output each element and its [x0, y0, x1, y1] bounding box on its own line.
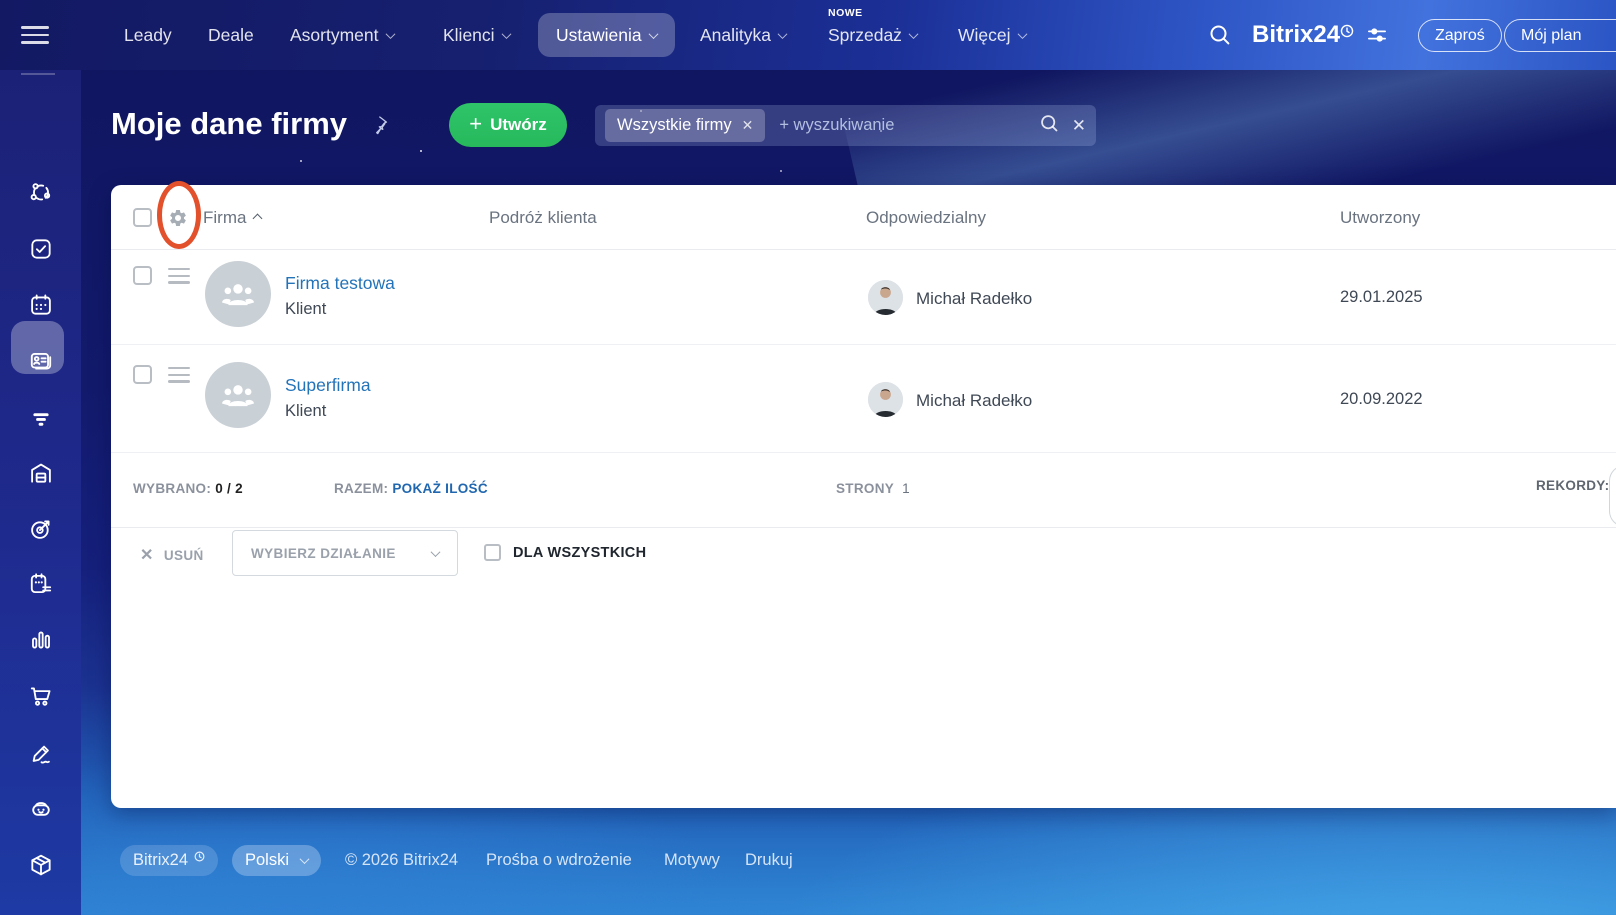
company-type-label: Klient: [285, 402, 327, 420]
for-all-label: DLA WSZYSTKICH: [513, 544, 647, 561]
grid-settings-gear-icon[interactable]: [168, 208, 188, 233]
nav-item-ustawienia-active[interactable]: Ustawienia: [538, 13, 675, 57]
my-plan-button[interactable]: Mój plan: [1504, 19, 1616, 52]
chevron-down-icon: [777, 28, 788, 39]
delete-button[interactable]: ✕ USUŃ: [140, 545, 204, 565]
chevron-down-icon: [385, 28, 395, 39]
sidebar-item-crm-contacts-icon[interactable]: [28, 348, 54, 374]
column-header-firma[interactable]: Firma: [203, 185, 263, 250]
top-navigation-bar: Leady Deale Asortyment Klienci Ustawieni…: [0, 0, 1616, 70]
created-date: 20.09.2022: [1340, 390, 1423, 408]
chevron-down-icon: [1017, 28, 1027, 39]
sidebar-item-esign-pen-icon[interactable]: [28, 741, 54, 767]
total-counter: RAZEM: POKAŻ ILOŚĆ: [334, 481, 488, 496]
sidebar-item-shop-cart-icon[interactable]: [28, 683, 54, 709]
themes-link[interactable]: Motywy: [664, 851, 720, 870]
for-all-checkbox[interactable]: [484, 544, 501, 561]
filter-preset-chip[interactable]: Wszystkie firmy ✕: [605, 109, 766, 142]
nav-item-sprzedaz[interactable]: Sprzedaż: [828, 0, 919, 70]
sidebar-item-crm-funnel-icon[interactable]: [28, 405, 54, 431]
records-label: REKORDY:: [1536, 478, 1610, 493]
drag-handle-icon[interactable]: [168, 367, 190, 387]
choose-action-dropdown[interactable]: WYBIERZ DZIAŁANIE: [232, 530, 458, 576]
page-title: Moje dane firmy: [111, 106, 347, 141]
sidebar-item-marketing-target-icon[interactable]: [28, 516, 54, 542]
filter-clear-icon[interactable]: ✕: [1072, 116, 1086, 136]
search-input[interactable]: + wyszukiwanie: [779, 116, 1038, 135]
sidebar-item-planner-icon[interactable]: [28, 571, 54, 597]
sidebar-item-warehouse-icon[interactable]: [28, 460, 54, 486]
nav-item-wiecej[interactable]: Więcej: [958, 0, 1027, 70]
records-per-page-dropdown[interactable]: [1609, 465, 1616, 527]
search-icon[interactable]: [1208, 23, 1232, 52]
bottom-footer-bar: Bitrix24 Polski © 2026 Bitrix24 Prośba o…: [0, 844, 1616, 876]
sidebar-item-collab-icon[interactable]: [28, 180, 54, 206]
table-header-row: Firma Podróż klienta Odpowiedzialny Utwo…: [111, 185, 1616, 250]
copyright-text: © 2026 Bitrix24: [345, 850, 459, 869]
drag-handle-icon[interactable]: [168, 268, 190, 288]
invite-button[interactable]: Zaproś: [1418, 19, 1502, 52]
table-footer: WYBRANO: 0 / 2 RAZEM: POKAŻ ILOŚĆ STRONY…: [111, 453, 1616, 527]
pin-favorite-icon[interactable]: [368, 114, 390, 141]
company-link[interactable]: Firma testowa: [285, 273, 395, 294]
column-header-podroz-klienta[interactable]: Podróż klienta: [489, 185, 597, 250]
select-all-checkbox[interactable]: [133, 208, 152, 227]
hamburger-menu-icon[interactable]: [21, 26, 49, 49]
sidebar-item-calendar-icon[interactable]: [28, 292, 54, 318]
table-row: Superfirma Klient Michał Radełko 20.09.2…: [111, 345, 1616, 453]
filter-search-bar[interactable]: Wszystkie firmy ✕ + wyszukiwanie ✕: [595, 105, 1096, 146]
chevron-down-icon: [501, 28, 512, 39]
clock-icon: [1340, 24, 1354, 43]
chevron-down-icon: [299, 853, 310, 864]
company-avatar: [205, 362, 271, 428]
created-date: 29.01.2025: [1340, 288, 1423, 306]
row-checkbox[interactable]: [133, 266, 152, 285]
sliders-settings-icon[interactable]: [1366, 26, 1388, 49]
company-link[interactable]: Superfirma: [285, 375, 371, 396]
print-link[interactable]: Drukuj: [745, 851, 793, 870]
clock-icon: [194, 851, 205, 861]
company-type-label: Klient: [285, 300, 327, 318]
delete-x-icon: ✕: [140, 547, 154, 564]
chevron-down-icon: [430, 546, 441, 557]
create-button[interactable]: + Utwórz: [449, 103, 567, 147]
chevron-down-icon: [648, 28, 659, 39]
sidebar-item-analytics-chart-icon[interactable]: [28, 627, 54, 653]
sort-asc-icon: [253, 213, 263, 224]
company-avatar: [205, 261, 271, 327]
nav-item-klienci[interactable]: Klienci: [443, 0, 512, 70]
sidebar-item-tasks-icon[interactable]: [28, 236, 54, 262]
language-selector[interactable]: Polski: [232, 844, 322, 876]
sidebar-divider: [21, 73, 55, 75]
selected-counter: WYBRANO: 0 / 2: [133, 481, 243, 496]
plus-icon: +: [469, 111, 483, 136]
pages-indicator: STRONY 1: [836, 481, 910, 496]
column-header-odpowiedzialny[interactable]: Odpowiedzialny: [866, 185, 986, 250]
column-header-utworzony[interactable]: Utworzony: [1340, 185, 1420, 250]
footer-bitrix-pill[interactable]: Bitrix24: [120, 844, 219, 876]
left-sidebar: [0, 70, 81, 915]
responsible-name: Michał Radełko: [916, 289, 1033, 308]
show-count-link[interactable]: POKAŻ ILOŚĆ: [392, 481, 488, 496]
implementation-request-link[interactable]: Prośba o wdrożenie: [486, 851, 632, 870]
for-all-control: DLA WSZYSTKICH: [484, 544, 646, 561]
responsible-avatar: [868, 280, 903, 315]
row-checkbox[interactable]: [133, 365, 152, 384]
table-row: Firma testowa Klient Michał Radełko 29.0…: [111, 250, 1616, 345]
companies-grid-card: Firma Podróż klienta Odpowiedzialny Utwo…: [111, 185, 1616, 808]
chevron-down-icon: [908, 28, 919, 39]
chip-close-icon[interactable]: ✕: [742, 117, 754, 134]
filter-search-icon[interactable]: [1039, 113, 1060, 139]
sidebar-item-market-box-icon[interactable]: [28, 852, 54, 878]
nav-item-deale[interactable]: Deale: [208, 0, 254, 70]
bitrix24-logo[interactable]: Bitrix24: [1252, 0, 1340, 70]
nav-item-analityka[interactable]: Analityka: [700, 0, 788, 70]
responsible-avatar: [868, 382, 903, 417]
nav-item-leady[interactable]: Leady: [124, 0, 172, 70]
responsible-name: Michał Radełko: [916, 391, 1033, 410]
sidebar-item-ai-robot-icon[interactable]: [28, 795, 54, 821]
nav-item-asortyment[interactable]: Asortyment: [290, 0, 395, 70]
action-bar-divider: [111, 527, 1616, 528]
